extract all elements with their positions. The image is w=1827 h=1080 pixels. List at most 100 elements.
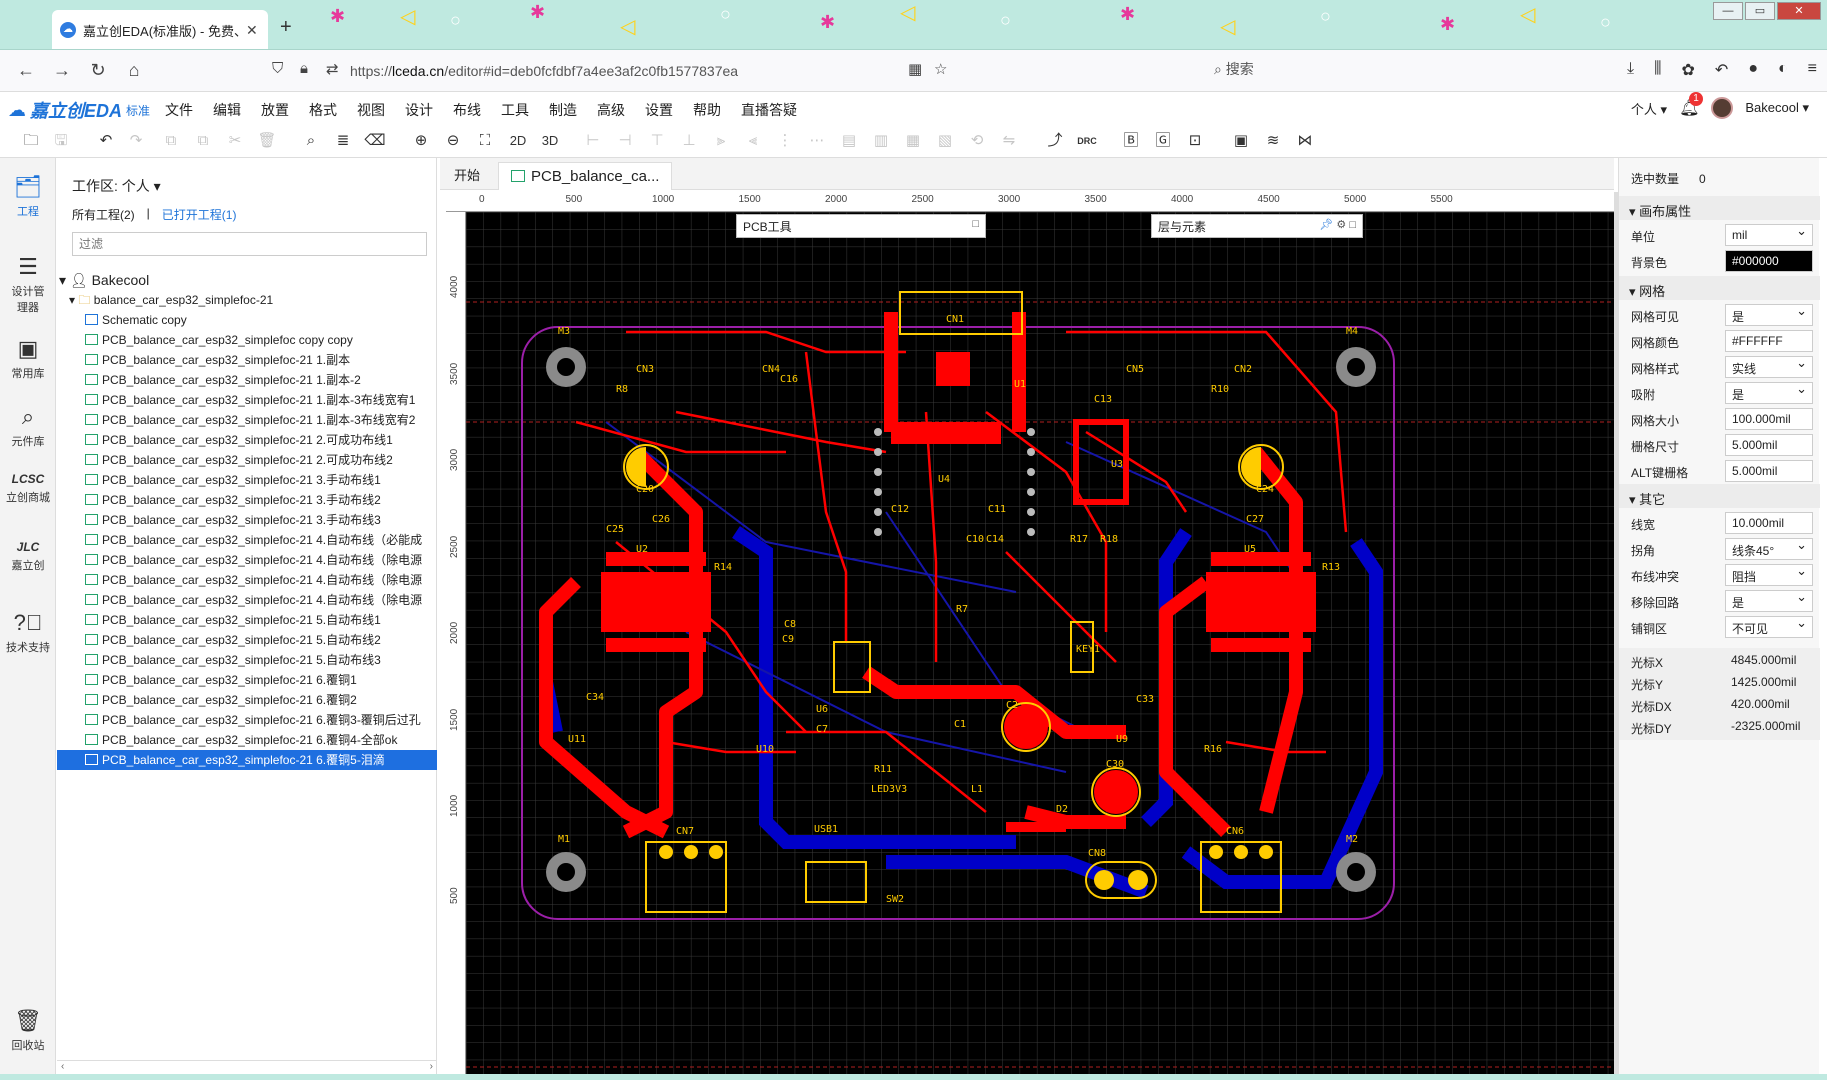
designator-label[interactable]: M3	[558, 326, 570, 337]
pcb-canvas[interactable]: 0 500 1000 1500 2000 2500 3000 3500 4000 4500 5000…	[446, 192, 1614, 1074]
designator-label[interactable]: R10	[1211, 384, 1229, 395]
designator-label[interactable]: USB1	[814, 824, 838, 835]
designator-label[interactable]: R11	[874, 764, 892, 775]
snap-size-field[interactable]: 5.000mil	[1725, 434, 1813, 456]
designator-label[interactable]: U2	[636, 544, 648, 555]
properties-icon[interactable]: ≣	[332, 130, 354, 152]
eraser-icon[interactable]: ⌫	[364, 130, 386, 152]
search-box[interactable]: ⌕ 搜索	[1214, 59, 1494, 79]
designator-label[interactable]: C16	[780, 374, 798, 385]
tree-file-item[interactable]: PCB_balance_car_esp32_simplefoc-21 4.自动布…	[57, 530, 437, 550]
distribute-h-icon[interactable]: ⋮	[774, 130, 796, 152]
menu-advanced[interactable]: 高级	[597, 100, 625, 120]
grid-visible-select[interactable]: 是	[1725, 303, 1813, 326]
designator-label[interactable]: C2	[1006, 700, 1018, 711]
designator-label[interactable]: L1	[971, 784, 983, 795]
align-left-icon[interactable]: ⊢	[582, 130, 604, 152]
reload-icon[interactable]: ↻	[80, 60, 116, 81]
permissions-icon[interactable]: ⇄	[326, 60, 339, 78]
designator-label[interactable]: R17	[1070, 534, 1088, 545]
extension-icon[interactable]: ✿	[1682, 60, 1695, 80]
designator-label[interactable]: C33	[1136, 694, 1154, 705]
lceda-logo[interactable]: ☁ 嘉立创EDA 标准	[8, 97, 150, 123]
avatar[interactable]	[1711, 97, 1734, 119]
find-icon[interactable]: ⌕	[300, 130, 322, 152]
designator-label[interactable]: M2	[1346, 834, 1358, 845]
shield-icon[interactable]: ⛉	[272, 60, 283, 77]
tab-start[interactable]: 开始	[442, 162, 492, 190]
bookmark-star-icon[interactable]: ☆	[934, 60, 947, 78]
share-icon[interactable]: ⋈	[1294, 130, 1316, 152]
notification-bell-icon[interactable]: 🔔︎ 1	[1679, 92, 1704, 118]
grid-color-field[interactable]: #FFFFFF	[1725, 330, 1813, 352]
tree-file-item[interactable]: PCB_balance_car_esp32_simplefoc-21 4.自动布…	[57, 550, 437, 570]
align-hcenter-icon[interactable]: ⫸	[710, 130, 732, 152]
workspace-dropdown[interactable]: 个人 ▾	[1631, 99, 1667, 118]
new-tab-button[interactable]: +	[280, 16, 292, 39]
tree-file-item[interactable]: PCB_balance_car_esp32_simplefoc-21 4.自动布…	[57, 590, 437, 610]
all-projects-link[interactable]: 所有工程(2)	[72, 206, 135, 223]
ungroup-icon[interactable]: ▧	[934, 130, 956, 152]
designator-label[interactable]: C13	[1094, 394, 1112, 405]
designator-label[interactable]: C34	[586, 692, 604, 703]
tab-pcb[interactable]: PCB_balance_ca...	[498, 162, 673, 190]
tree-file-item[interactable]: PCB_balance_car_esp32_simplefoc-21 6.覆铜1	[57, 670, 437, 690]
unit-select[interactable]: mil	[1725, 223, 1813, 246]
designator-label[interactable]: KEY1	[1076, 644, 1100, 655]
tree-file-item[interactable]: PCB_balance_car_esp32_simplefoc-21 6.覆铜2	[57, 690, 437, 710]
component-library-tab[interactable]: ⌕ 元件库	[0, 404, 56, 449]
distribute-v-icon[interactable]: ⋯	[806, 130, 828, 152]
tree-file-item[interactable]: PCB_balance_car_esp32_simplefoc-21 4.自动布…	[57, 570, 437, 590]
gerber-icon[interactable]: 🄶	[1152, 130, 1174, 152]
designator-label[interactable]: C27	[1246, 514, 1264, 525]
tree-file-item[interactable]: PCB_balance_car_esp32_simplefoc-21 5.自动布…	[57, 650, 437, 670]
designator-label[interactable]: U9	[1116, 734, 1128, 745]
grid-style-select[interactable]: 实线	[1725, 355, 1813, 378]
open-folder-icon[interactable]: 🗀	[20, 130, 42, 152]
track-width-field[interactable]: 10.000mil	[1725, 512, 1813, 534]
designator-label[interactable]: C20	[636, 484, 654, 495]
designator-label[interactable]: C11	[988, 504, 1006, 515]
address-bar[interactable]: ⛉ 🔒︎ ⇄ https://lceda.cn/editor#id=deb0fc…	[258, 54, 1378, 88]
background-color-field[interactable]: #000000	[1725, 250, 1813, 272]
bom-icon[interactable]: 🄱	[1120, 130, 1142, 152]
tree-file-item[interactable]: PCB_balance_car_esp32_simplefoc copy cop…	[57, 330, 437, 350]
tree-file-item[interactable]: PCB_balance_car_esp32_simplefoc-21 3.手动布…	[57, 470, 437, 490]
image-export-icon[interactable]: ▣	[1230, 130, 1252, 152]
designator-label[interactable]: CN1	[946, 314, 964, 325]
designator-label[interactable]: R14	[714, 562, 732, 573]
designator-label[interactable]: C10	[966, 534, 984, 545]
remove-loop-select[interactable]: 是	[1725, 589, 1813, 612]
menu-design[interactable]: 设计	[405, 100, 433, 120]
rotate-icon[interactable]: ⟲	[966, 130, 988, 152]
designator-label[interactable]: U11	[568, 734, 586, 745]
designator-label[interactable]: C14	[986, 534, 1004, 545]
home-icon[interactable]: ⌂	[116, 60, 152, 81]
designator-label[interactable]: C26	[652, 514, 670, 525]
tree-file-item[interactable]: PCB_balance_car_esp32_simplefoc-21 1.副本-…	[57, 390, 437, 410]
close-tab-icon[interactable]: ✕	[246, 22, 260, 39]
designator-label[interactable]: CN2	[1234, 364, 1252, 375]
menu-help[interactable]: 帮助	[693, 100, 721, 120]
tech-support-tab[interactable]: ?⃝ 技术支持	[0, 610, 56, 655]
sync-icon[interactable]: ●	[1748, 60, 1758, 80]
close-window-button[interactable]: ✕	[1777, 2, 1821, 20]
designator-label[interactable]: C25	[606, 524, 624, 535]
menu-live-qa[interactable]: 直播答疑	[741, 100, 797, 120]
corner-select[interactable]: 线条45°	[1725, 537, 1813, 560]
tree-file-item[interactable]: Schematic copy	[57, 310, 437, 330]
redo-icon[interactable]: ↷	[125, 130, 147, 152]
minimize-button[interactable]: —	[1713, 2, 1743, 20]
designator-label[interactable]: U1	[1014, 379, 1026, 390]
pcb-board-view[interactable]: M3 M4 M1 M2 CN1 CN2 CN3 CN4 CN5 CN6 CN7 CN8 U1 U2 U3 U4…	[466, 212, 1614, 1074]
menu-settings[interactable]: 设置	[645, 100, 673, 120]
save-icon[interactable]: 🖫	[50, 130, 72, 152]
jlc-tab[interactable]: JLC 嘉立创	[0, 540, 56, 573]
designator-label[interactable]: D2	[1056, 804, 1068, 815]
designator-label[interactable]: C30	[1106, 759, 1124, 770]
account-icon[interactable]: ◐	[1778, 60, 1788, 80]
menu-format[interactable]: 格式	[309, 100, 337, 120]
designator-label[interactable]: U3	[1111, 459, 1123, 470]
designator-label[interactable]: C12	[891, 504, 909, 515]
menu-place[interactable]: 放置	[261, 100, 289, 120]
